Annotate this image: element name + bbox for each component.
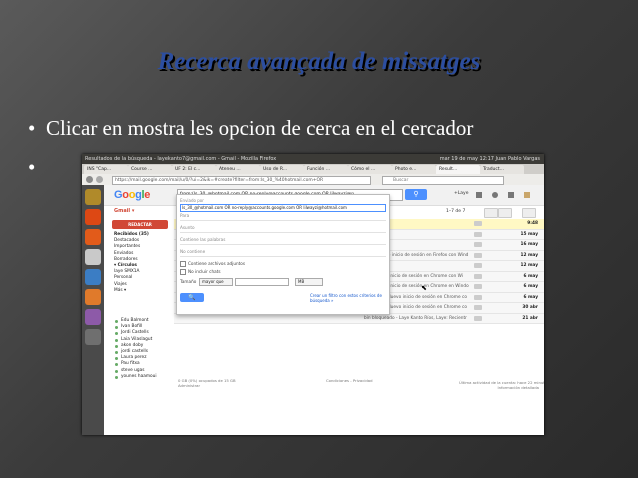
browser-tab[interactable]: INS "Cap... <box>84 165 128 174</box>
mail-date: 6 may <box>523 284 538 289</box>
has-words-field[interactable]: Contiene las palabras <box>180 236 386 245</box>
advanced-search-panel: Enviado por ls_30_@hotmail.com OR no-rep… <box>176 194 427 315</box>
mail-date: 12 may <box>520 252 538 258</box>
contact-list: Edu Balmont Ivan Bofill Jordi Castells Laia… <box>114 318 174 380</box>
mouse-cursor-icon: ⬉ <box>421 284 427 292</box>
gmail-menu[interactable]: Gmail ▾ <box>114 208 134 214</box>
bullet-item-1: • Clicar en mostra les opcion de cerca en… <box>28 116 473 141</box>
label-tag-icon <box>474 273 482 279</box>
label-tag-icon <box>474 231 482 237</box>
bullet-dot: • <box>28 155 36 179</box>
contact-item[interactable]: younes haamoui <box>114 374 174 380</box>
prev-page-button[interactable] <box>484 208 498 218</box>
mail-date: 15 may <box>520 231 538 237</box>
table-row[interactable]: bin bloqueado - Laye Kanto Ríos, Laye: R… <box>174 313 544 324</box>
google-logo: Google <box>114 189 151 201</box>
checkbox-box[interactable] <box>180 269 186 275</box>
launcher-app-icon[interactable] <box>85 329 101 345</box>
storage-usage: 0 GB (0%) ocupados de 15 GB Administrar <box>178 378 236 388</box>
notifications-icon[interactable] <box>492 192 498 198</box>
forward-icon[interactable] <box>96 176 103 183</box>
browser-tab-active[interactable]: Result... <box>436 165 480 174</box>
browser-tabs: INS "Cap... Course ... UF 2: El c... Ate… <box>82 164 544 174</box>
browser-tab[interactable]: Cómo el ... <box>348 165 392 174</box>
label-tag-icon <box>474 252 482 258</box>
embedded-screenshot: Resultados de la búsqueda - layekanto7@g… <box>82 154 544 435</box>
browser-tab[interactable]: Ateneu ... <box>216 165 260 174</box>
pager-text: 1–7 de 7 <box>446 209 466 214</box>
to-field[interactable]: Para <box>180 212 386 221</box>
launcher-app-icon[interactable] <box>85 189 101 205</box>
search-icon: 🔍 <box>188 294 196 301</box>
launcher-app-icon[interactable] <box>85 209 101 225</box>
share-icon[interactable] <box>508 192 514 198</box>
browser-tab[interactable]: Función ... <box>304 165 348 174</box>
launcher-app-icon[interactable] <box>85 269 101 285</box>
checkbox-box[interactable] <box>180 261 186 267</box>
folder-item[interactable]: Más ▾ <box>114 288 174 294</box>
back-icon[interactable] <box>86 176 93 183</box>
mail-date: 6 may <box>523 294 538 300</box>
panel-search-button[interactable]: 🔍 <box>180 293 204 302</box>
browser-tab[interactable]: Uso de R... <box>260 165 304 174</box>
browser-tab[interactable]: UF 2: El c... <box>172 165 216 174</box>
create-filter-link[interactable]: Crear un filtro con estos criterios de b… <box>310 293 382 303</box>
settings-gear-icon[interactable] <box>522 208 536 218</box>
apps-grid-icon[interactable] <box>476 192 482 198</box>
size-operator-select[interactable]: mayor que <box>199 278 233 286</box>
launcher-app-icon[interactable] <box>85 229 101 245</box>
browser-tab[interactable]: Traduct... <box>480 165 524 174</box>
browser-search-field[interactable]: Buscar <box>382 176 504 185</box>
next-page-button[interactable] <box>498 208 512 218</box>
label-tag-icon <box>474 305 482 310</box>
mail-date: 9:48 <box>527 221 538 226</box>
no-chats-label: No incluir chats <box>188 269 221 274</box>
mail-snippet: bin bloqueado - Laye Kanto Ríos, Laye: R… <box>364 315 467 321</box>
size-value-input[interactable] <box>235 278 289 286</box>
compose-button[interactable]: REDACTAR <box>112 220 168 229</box>
mail-date: 16 may <box>520 242 538 247</box>
firefox-icon[interactable] <box>85 289 101 305</box>
size-label: Tamaño <box>180 279 197 284</box>
browser-tab[interactable]: Photo e... <box>392 165 436 174</box>
url-field[interactable]: https://mail.google.com/mail/u/0/?ui=2&i… <box>112 176 371 185</box>
bullet-dot: • <box>28 116 36 140</box>
system-status: mar 19 de may 12:17 Juan Pablo Vargas <box>439 156 540 162</box>
browser-tab[interactable]: Course ... <box>128 165 172 174</box>
window-title: Resultados de la búsqueda - layekanto7@g… <box>85 156 277 162</box>
gmail-sidebar: Gmail ▾ REDACTAR Recibidos (35) Destacado… <box>104 206 174 435</box>
size-unit-select[interactable]: MB <box>295 278 323 286</box>
subject-field[interactable]: Asunto <box>180 224 386 233</box>
label-tag-icon <box>474 284 482 289</box>
mail-date: 12 may <box>520 263 538 268</box>
attachments-checkbox[interactable]: Contiene archivos adjuntos <box>180 261 245 267</box>
from-label: Enviado por <box>180 198 204 203</box>
from-field[interactable]: ls_30_@hotmail.com OR no-reply@accounts.… <box>180 204 386 212</box>
search-icon: ⚲ <box>413 190 419 198</box>
folder-list: Recibidos (35) Destacados Importantes Envia… <box>114 232 174 294</box>
mail-date: 6 may <box>523 273 538 279</box>
mail-date: 21 abr <box>522 315 538 321</box>
launcher-app-icon[interactable] <box>85 249 101 265</box>
no-chats-checkbox[interactable]: No incluir chats <box>180 269 221 275</box>
launcher-app-icon[interactable] <box>85 309 101 325</box>
doesnt-have-field[interactable]: No contiene <box>180 248 386 257</box>
gmail-search-button[interactable]: ⚲ <box>405 189 427 200</box>
terms-privacy-link[interactable]: Condiciones - Privacidad <box>326 378 373 383</box>
bullet-text: Clicar en mostra les opcion de cerca en … <box>46 116 474 140</box>
slide-title: Recerca avançada de missatges <box>157 48 481 75</box>
last-activity: Última actividad de la cuenta: hace 22 m… <box>459 380 544 390</box>
attachments-label: Contiene archivos adjuntos <box>188 261 246 266</box>
label-tag-icon <box>474 263 482 268</box>
avatar[interactable] <box>524 192 530 198</box>
window-titlebar: Resultados de la búsqueda - layekanto7@g… <box>82 154 544 164</box>
label-tag-icon <box>474 221 482 226</box>
mail-date: 30 abr <box>522 305 538 310</box>
bullet-item-2: • <box>28 155 46 180</box>
unity-launcher <box>82 185 104 435</box>
label-tag-icon <box>474 242 482 247</box>
label-tag-icon <box>474 315 482 321</box>
label-tag-icon <box>474 294 482 300</box>
user-link[interactable]: +Laye <box>454 191 468 196</box>
